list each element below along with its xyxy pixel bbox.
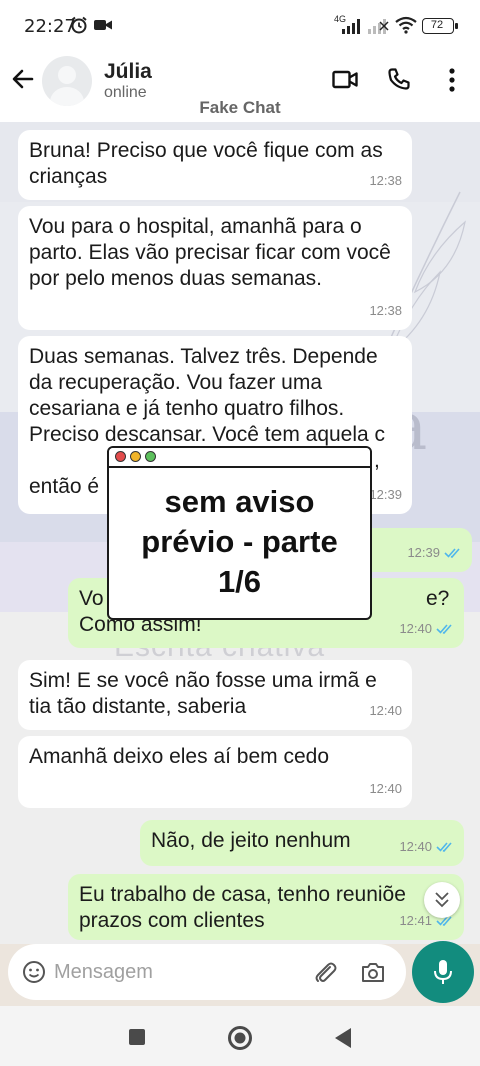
overlay-line: prévio - parte bbox=[141, 524, 338, 559]
recent-apps-icon[interactable] bbox=[128, 1028, 146, 1046]
message-input[interactable]: Mensagem bbox=[8, 944, 406, 1000]
message-time: 12:40 bbox=[399, 621, 432, 636]
chat-header: Júlia online Fake Chat bbox=[0, 52, 480, 122]
camera-icon[interactable] bbox=[360, 960, 386, 984]
signal-secondary-icon bbox=[368, 19, 389, 34]
message-text: Duas semanas. Talvez três. Depende da re… bbox=[29, 345, 386, 446]
status-bar: 22:27 4G 72 bbox=[0, 0, 480, 52]
close-dot-icon bbox=[115, 451, 126, 462]
battery-icon: 72 bbox=[422, 18, 458, 34]
message-text-tail: , bbox=[374, 449, 380, 472]
overlay-line: sem aviso bbox=[164, 484, 315, 519]
overlay-titlebar bbox=[109, 448, 370, 468]
contact-name[interactable]: Júlia bbox=[104, 60, 152, 84]
message-time: 12:40 bbox=[399, 839, 432, 854]
minimize-dot-icon bbox=[130, 451, 141, 462]
more-options-icon[interactable] bbox=[448, 68, 456, 92]
message-time: 12:38 bbox=[369, 173, 402, 188]
system-navigation-bar bbox=[0, 1006, 480, 1066]
app-name: Fake Chat bbox=[199, 98, 281, 117]
alarm-icon bbox=[71, 16, 87, 34]
video-recording-icon bbox=[94, 20, 112, 30]
message-time: 12:39 bbox=[407, 545, 440, 560]
double-chevron-down-icon bbox=[435, 892, 449, 908]
message-time: 12:40 bbox=[369, 781, 402, 796]
message-text: Eu trabalho de casa, tenho reuniõe prazo… bbox=[79, 883, 406, 932]
message-text: Vou para o hospital, amanhã para o parto… bbox=[29, 215, 391, 290]
wifi-icon bbox=[395, 16, 417, 34]
emoji-icon[interactable] bbox=[22, 960, 46, 984]
message-time: 12:40 bbox=[369, 703, 402, 718]
video-call-icon[interactable] bbox=[332, 69, 358, 91]
signal-icon bbox=[342, 19, 360, 34]
message-text-start: Vo bbox=[79, 587, 104, 610]
scroll-to-bottom-button[interactable] bbox=[424, 882, 460, 918]
message-text: Amanhã deixo eles aí bem cedo bbox=[29, 745, 330, 768]
message-incoming[interactable]: Amanhã deixo eles aí bem cedo 12:40 bbox=[18, 736, 412, 808]
message-text: Sim! E se você não fosse uma irmã e tia … bbox=[29, 669, 377, 718]
message-last-line: então é bbox=[29, 475, 100, 498]
message-time: 12:39 bbox=[369, 487, 402, 502]
voice-call-icon[interactable] bbox=[387, 67, 411, 91]
back-nav-icon[interactable] bbox=[334, 1027, 352, 1049]
microphone-icon bbox=[434, 960, 452, 984]
message-incoming[interactable]: Vou para o hospital, amanhã para o parto… bbox=[18, 206, 412, 330]
message-outgoing[interactable]: Eu trabalho de casa, tenho reuniõe prazo… bbox=[68, 874, 464, 940]
message-outgoing[interactable]: Não, de jeito nenhum 12:40 bbox=[140, 820, 464, 866]
message-text: Não, de jeito nenhum bbox=[151, 829, 351, 852]
read-receipt-icon bbox=[436, 842, 452, 852]
battery-level: 72 bbox=[430, 19, 444, 31]
home-icon[interactable] bbox=[227, 1025, 253, 1051]
message-time: 12:41 bbox=[399, 913, 432, 928]
overlay-line: 1/6 bbox=[217, 564, 262, 599]
attach-icon[interactable] bbox=[312, 959, 338, 985]
message-composer: Mensagem bbox=[0, 941, 480, 1006]
message-text: Bruna! Preciso que você fique com as cri… bbox=[29, 139, 383, 188]
maximize-dot-icon bbox=[145, 451, 156, 462]
overlay-window: sem aviso prévio - parte 1/6 bbox=[107, 446, 372, 620]
status-time: 22:27 bbox=[24, 16, 76, 37]
message-text-end: e? bbox=[426, 587, 450, 610]
overlay-caption: sem aviso prévio - parte 1/6 bbox=[109, 482, 370, 602]
message-incoming[interactable]: Sim! E se você não fosse uma irmã e tia … bbox=[18, 660, 412, 730]
read-receipt-icon bbox=[436, 624, 452, 634]
message-placeholder: Mensagem bbox=[54, 961, 153, 983]
voice-message-button[interactable] bbox=[412, 941, 474, 1003]
read-receipt-icon bbox=[444, 548, 460, 558]
message-incoming[interactable]: Bruna! Preciso que você fique com as cri… bbox=[18, 130, 412, 200]
back-arrow-icon[interactable] bbox=[10, 66, 36, 92]
message-time: 12:38 bbox=[369, 303, 402, 318]
